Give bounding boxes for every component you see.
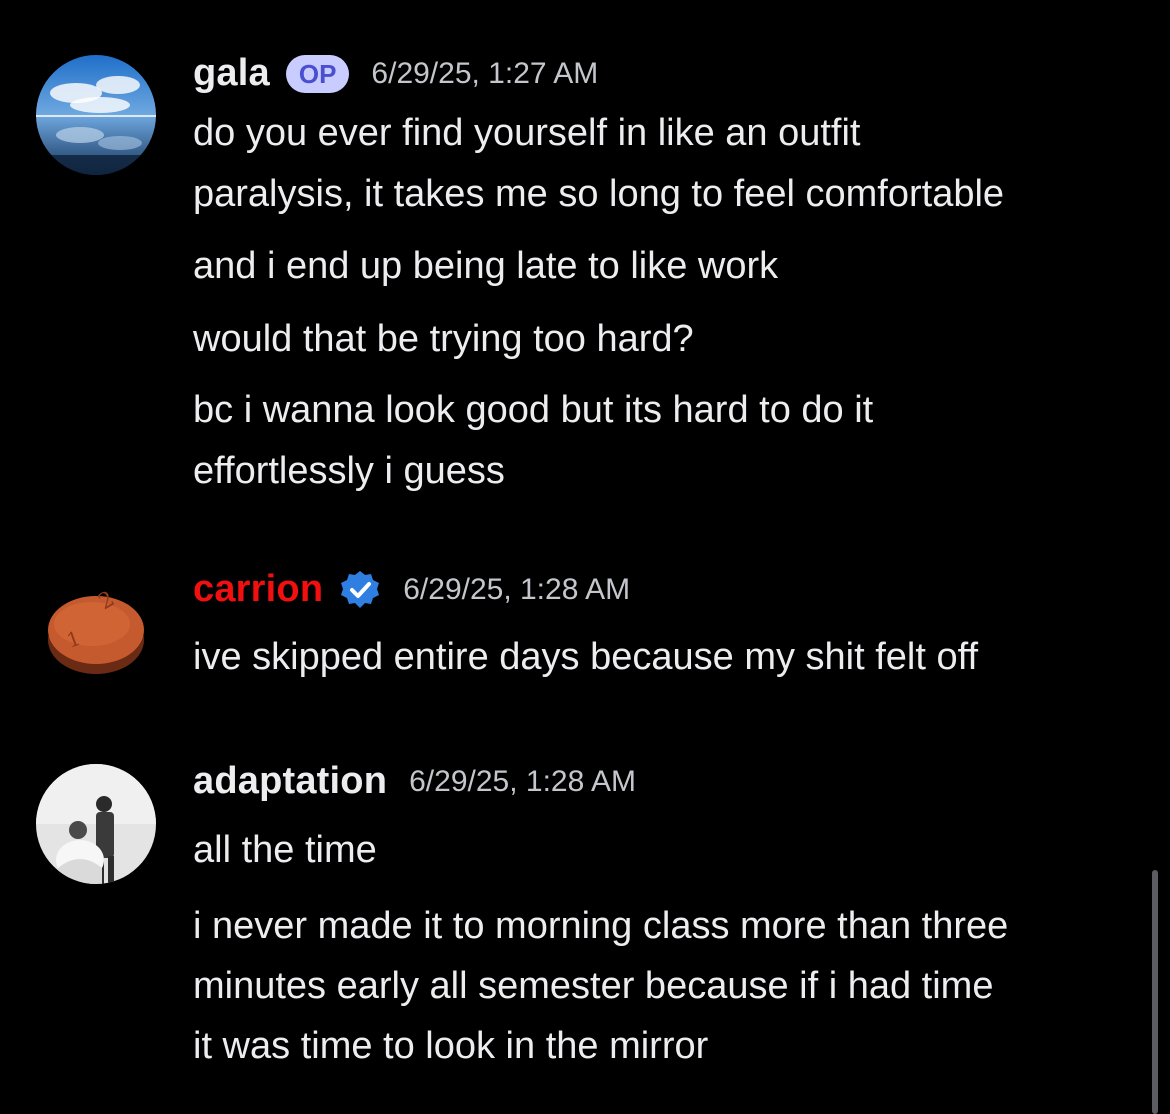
message-text: it was time to look in the mirror — [193, 1025, 709, 1067]
username-gala[interactable]: gala — [193, 52, 270, 95]
bw-photo-avatar[interactable] — [36, 764, 156, 884]
timestamp: 6/29/25, 1:28 AM — [409, 764, 636, 798]
op-badge: OP — [285, 54, 350, 93]
timestamp: 6/29/25, 1:28 AM — [403, 572, 631, 606]
message-text: i never made it to morning class more th… — [193, 905, 1009, 947]
message-text: would that be trying too hard? — [193, 318, 694, 360]
message-text: do you ever find yourself in like an out… — [193, 112, 861, 154]
orange-pill-avatar[interactable]: 2 1 — [36, 570, 156, 690]
message-text: effortlessly i guess — [193, 450, 505, 492]
message-text: paralysis, it takes me so long to feel c… — [193, 173, 1005, 215]
message-text: ive skipped entire days because my shit … — [193, 636, 979, 678]
sky-reflection-avatar[interactable] — [36, 55, 156, 175]
username-carrion[interactable]: carrion — [193, 568, 323, 611]
message-text: and i end up being late to like work — [193, 245, 779, 287]
message-text: all the time — [193, 829, 377, 871]
verified-check-icon — [339, 569, 381, 611]
timestamp: 6/29/25, 1:27 AM — [371, 56, 599, 90]
scrollbar[interactable] — [1152, 870, 1158, 1114]
username-adaptation[interactable]: adaptation — [193, 760, 387, 803]
message-text: bc i wanna look good but its hard to do … — [193, 389, 874, 431]
message-text: minutes early all semester because if i … — [193, 965, 994, 1007]
